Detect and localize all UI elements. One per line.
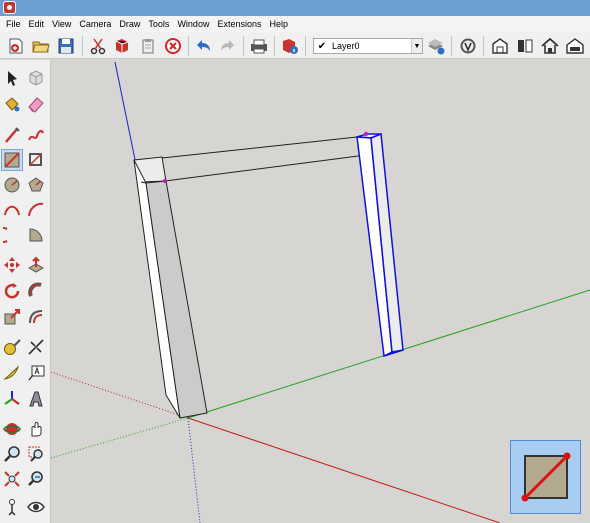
share-model-icon[interactable] [514,35,536,57]
follow-me-icon[interactable] [25,280,47,302]
inference-endpoint-top [363,131,369,137]
paste-icon[interactable] [137,35,159,57]
menu-camera[interactable]: Camera [75,16,115,32]
toolbar-separator [451,36,452,56]
save-icon[interactable] [55,35,77,57]
red-axis-line [187,417,501,523]
model-info-icon[interactable] [279,35,301,57]
rotated-rectangle-icon[interactable] [25,149,47,171]
protractor-icon[interactable] [1,362,23,384]
standard-toolbar: ✔ Layer0 ▼ [0,32,590,59]
green-axis-negative-line [51,417,189,459]
menu-view[interactable]: View [48,16,75,32]
dimension-icon[interactable] [25,336,47,358]
two-point-arc-icon[interactable] [25,199,47,221]
erase-icon[interactable] [162,35,184,57]
copy-icon[interactable] [112,35,134,57]
previous-view-icon[interactable] [25,468,47,490]
inference-endpoint-left [162,178,168,184]
tape-measure-icon[interactable] [1,336,23,358]
paint-bucket-icon[interactable] [1,93,23,115]
rectangle-edge-top[interactable] [161,136,358,159]
push-pull-icon[interactable] [25,254,47,276]
blue-axis-negative-line [187,417,201,523]
home-icon[interactable] [539,35,561,57]
zoom-icon[interactable] [1,443,23,465]
3d-text-icon[interactable] [25,388,47,410]
offset-icon[interactable] [25,306,47,328]
line-icon[interactable] [1,124,23,146]
cut-icon[interactable] [87,35,109,57]
toolbar-separator [305,36,306,56]
layer-manager-icon[interactable] [425,35,447,57]
eraser-icon[interactable] [25,93,47,115]
menu-bar: File Edit View Camera Draw Tools Window … [0,16,590,32]
axes-icon[interactable] [1,388,23,410]
left-post[interactable] [133,156,208,419]
pan-icon[interactable] [25,418,47,440]
layer-dropdown[interactable]: ✔ Layer0 ▼ [313,38,423,54]
rectangle-icon[interactable] [1,149,23,171]
warehouse-icon[interactable] [489,35,511,57]
select-icon[interactable] [1,67,23,89]
zoom-extents-icon[interactable] [1,468,23,490]
chevron-down-icon[interactable]: ▼ [411,39,422,53]
redo-icon[interactable] [217,35,239,57]
menu-draw[interactable]: Draw [115,16,144,32]
new-model-icon[interactable] [5,35,27,57]
three-point-arc-icon[interactable] [1,224,23,246]
freehand-icon[interactable] [25,124,47,146]
toolbar-separator [274,36,275,56]
title-bar [0,0,590,16]
right-post-selected[interactable] [356,132,404,358]
undo-icon[interactable] [192,35,214,57]
zoom-window-icon[interactable] [25,443,47,465]
text-icon[interactable] [25,362,47,384]
current-layer-name: Layer0 [332,41,360,51]
menu-window[interactable]: Window [173,16,213,32]
make-component-icon[interactable] [25,67,47,89]
menu-edit[interactable]: Edit [25,16,49,32]
active-tool-indicator [510,440,581,514]
menu-help[interactable]: Help [265,16,292,32]
sketchup-app-icon[interactable] [3,1,16,14]
orbit-icon[interactable] [1,418,23,440]
menu-extensions[interactable]: Extensions [213,16,265,32]
extension-warehouse-icon[interactable] [564,35,586,57]
menu-tools[interactable]: Tools [144,16,173,32]
open-icon[interactable] [30,35,52,57]
rectangle-edge-bottom[interactable] [164,154,367,182]
arc-icon[interactable] [1,199,23,221]
look-around-icon[interactable] [25,496,47,518]
position-camera-icon[interactable] [457,35,479,57]
move-icon[interactable] [1,254,23,276]
large-tool-set [0,60,51,523]
menu-file[interactable]: File [2,16,25,32]
position-camera-icon[interactable] [1,496,23,518]
print-icon[interactable] [248,35,270,57]
circle-icon[interactable] [1,174,23,196]
pie-icon[interactable] [25,224,47,246]
toolbar-separator [243,36,244,56]
rotate-icon[interactable] [1,280,23,302]
toolbar-separator [483,36,484,56]
toolbar-separator [188,36,189,56]
scale-icon[interactable] [1,306,23,328]
current-layer-check-icon: ✔ [317,40,327,52]
polygon-icon[interactable] [25,174,47,196]
rectangle-cursor-icon [521,452,570,502]
toolbar-separator [82,36,83,56]
